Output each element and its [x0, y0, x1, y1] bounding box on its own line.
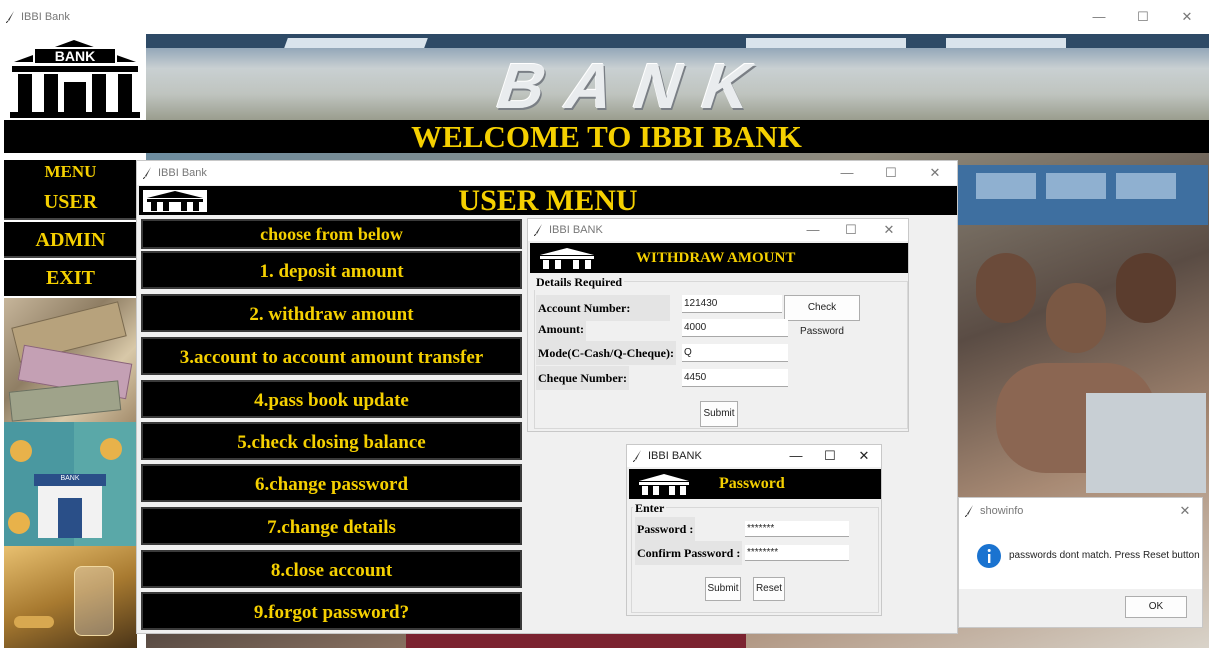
- banner-title: BANK: [487, 50, 785, 120]
- change-password-button[interactable]: 6.change password: [141, 464, 522, 502]
- main-window-titlebar: IBBI Bank — ☐ ✕: [0, 0, 1209, 34]
- bank-sign-label: BANK: [60, 475, 80, 482]
- password-reset-button[interactable]: Reset: [753, 577, 785, 601]
- info-icon: [977, 544, 1001, 568]
- close-button[interactable]: ✕: [1168, 498, 1202, 524]
- sidebar-user-button[interactable]: USER: [4, 184, 137, 220]
- choose-prompt: choose from below: [141, 219, 522, 249]
- sidebar-admin-button[interactable]: ADMIN: [4, 222, 137, 258]
- showinfo-dialog: showinfo ✕ passwords dont match. Press R…: [958, 497, 1203, 628]
- withdraw-title: WITHDRAW AMOUNT: [636, 250, 796, 266]
- ok-button[interactable]: OK: [1125, 596, 1187, 618]
- bank-banner-image: BANK: [146, 34, 1209, 120]
- check-password-button[interactable]: Check Password: [784, 295, 860, 337]
- deposit-amount-button[interactable]: 1. deposit amount: [141, 251, 522, 289]
- user-menu-title: USER MENU: [458, 184, 638, 217]
- minimize-button[interactable]: —: [1077, 0, 1121, 34]
- password-window: IBBI BANK — ☐ ✕ Password Enter Password …: [626, 444, 882, 616]
- coins-jar-image: [4, 546, 137, 648]
- enter-legend: Enter: [633, 501, 667, 516]
- sidebar-menu-label: MENU: [4, 160, 137, 184]
- feather-icon: [965, 505, 973, 517]
- feather-icon: [143, 167, 151, 179]
- passbook-update-button[interactable]: 4.pass book update: [141, 380, 522, 418]
- welcome-banner: WELCOME TO IBBI BANK: [4, 120, 1209, 153]
- withdraw-titlebar: IBBI BANK — ☐ ✕: [528, 219, 908, 241]
- minimize-button[interactable]: —: [779, 445, 813, 467]
- user-menu-titlebar: IBBI Bank — ☐ ✕: [137, 161, 957, 185]
- bank-illustration-image: BANK: [4, 422, 137, 546]
- amount-label: Amount:: [536, 317, 587, 341]
- close-button[interactable]: ✕: [1165, 0, 1209, 34]
- account-number-input[interactable]: [682, 295, 782, 313]
- user-menu-window-title: IBBI Bank: [158, 167, 207, 179]
- password-input[interactable]: [745, 521, 849, 537]
- bank-logo-icon: [143, 190, 207, 212]
- bank-logo-label: BANK: [54, 48, 96, 64]
- showinfo-message: passwords dont match. Press Reset button: [1009, 550, 1200, 561]
- close-button[interactable]: ✕: [913, 161, 957, 185]
- showinfo-titlebar: showinfo ✕: [959, 498, 1202, 524]
- close-account-button[interactable]: 8.close account: [141, 550, 522, 588]
- feather-icon: [633, 450, 641, 462]
- bank-logo-icon: [633, 472, 695, 496]
- change-details-button[interactable]: 7.change details: [141, 507, 522, 545]
- confirm-password-input[interactable]: [745, 545, 849, 561]
- mode-label: Mode(C-Cash/Q-Cheque):: [536, 341, 676, 365]
- maximize-button[interactable]: ☐: [832, 219, 870, 241]
- showinfo-footer: OK: [959, 589, 1202, 627]
- main-window-title: IBBI Bank: [21, 11, 70, 23]
- password-submit-button[interactable]: Submit: [705, 577, 741, 601]
- closing-balance-button[interactable]: 5.check closing balance: [141, 422, 522, 460]
- feather-icon: [6, 11, 14, 23]
- user-menu-header: USER MENU: [139, 184, 957, 217]
- cheque-number-input[interactable]: [682, 369, 788, 387]
- maximize-button[interactable]: ☐: [1121, 0, 1165, 34]
- password-label: Password :: [635, 517, 696, 541]
- maximize-button[interactable]: ☐: [813, 445, 847, 467]
- minimize-button[interactable]: —: [825, 161, 869, 185]
- maximize-button[interactable]: ☐: [869, 161, 913, 185]
- bank-building-icon: [10, 40, 140, 118]
- forgot-password-button[interactable]: 9.forgot password?: [141, 592, 522, 630]
- bank-logo-icon: [534, 246, 600, 270]
- money-image: [4, 298, 137, 422]
- password-titlebar: IBBI BANK — ☐ ✕: [627, 445, 881, 467]
- amount-input[interactable]: [682, 319, 788, 337]
- withdraw-amount-button[interactable]: 2. withdraw amount: [141, 294, 522, 332]
- account-transfer-button[interactable]: 3.account to account amount transfer: [141, 337, 522, 375]
- feather-icon: [534, 224, 542, 236]
- withdraw-window-title: IBBI BANK: [549, 224, 603, 236]
- mode-input[interactable]: [682, 344, 788, 362]
- confirm-password-label: Confirm Password :: [635, 541, 743, 565]
- withdraw-window: IBBI BANK — ☐ ✕ WITHDRAW AMOUNT Details …: [527, 218, 909, 432]
- close-button[interactable]: ✕: [847, 445, 881, 467]
- password-window-title: IBBI BANK: [648, 450, 702, 462]
- details-legend: Details Required: [534, 275, 625, 290]
- password-header: Password: [629, 469, 881, 499]
- close-button[interactable]: ✕: [870, 219, 908, 241]
- password-title: Password: [719, 475, 785, 492]
- minimize-button[interactable]: —: [794, 219, 832, 241]
- withdraw-header: WITHDRAW AMOUNT: [530, 243, 908, 273]
- showinfo-title: showinfo: [980, 505, 1024, 517]
- cheque-number-label: Cheque Number:: [536, 366, 629, 390]
- bank-logo: BANK: [4, 34, 146, 120]
- withdraw-submit-button[interactable]: Submit: [700, 401, 738, 427]
- sidebar-exit-button[interactable]: EXIT: [4, 260, 137, 296]
